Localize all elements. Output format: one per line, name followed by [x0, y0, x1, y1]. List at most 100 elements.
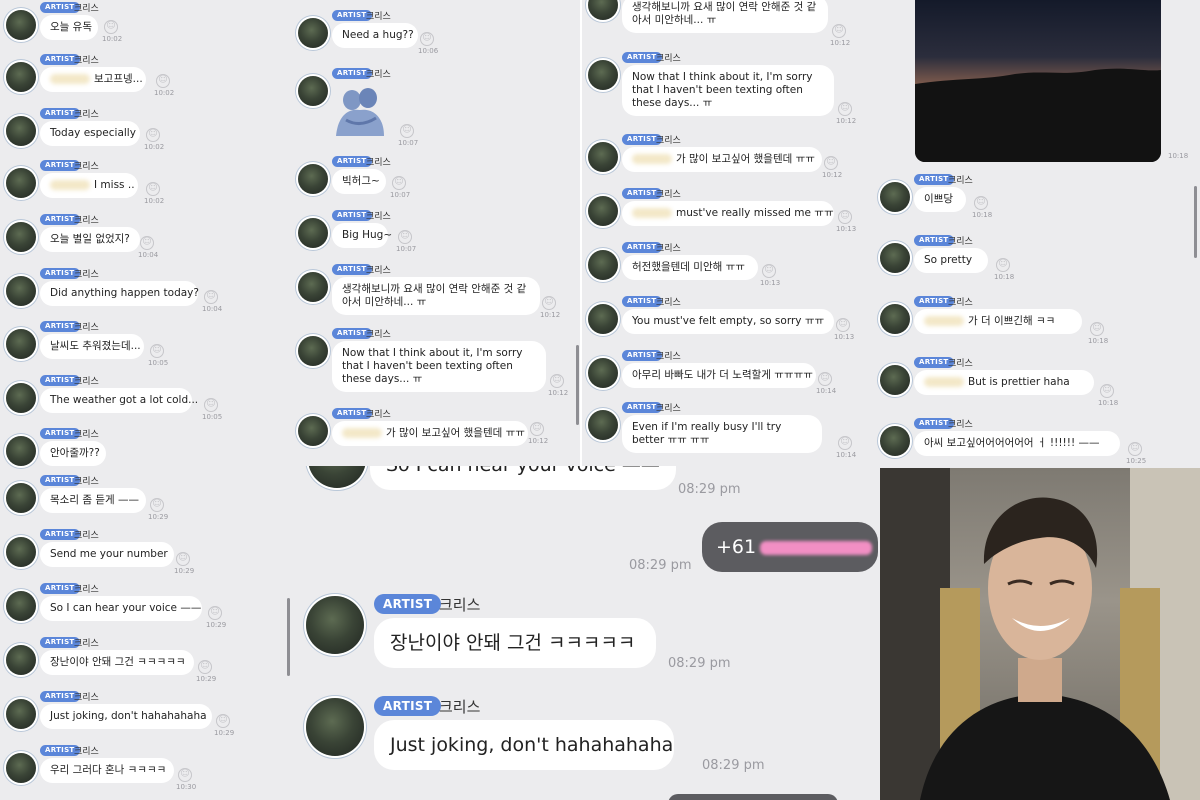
reaction-icon[interactable]: ☺	[216, 714, 230, 728]
reaction-icon[interactable]: ☺	[1090, 322, 1104, 336]
message-bubble: Today especially	[40, 121, 140, 146]
artist-avatar[interactable]	[298, 272, 328, 302]
reaction-icon[interactable]: ☺	[400, 124, 414, 138]
reaction-icon[interactable]: ☺	[542, 296, 556, 310]
artist-avatar[interactable]	[306, 698, 364, 756]
artist-avatar[interactable]	[298, 76, 328, 106]
reaction-icon[interactable]: ☺	[836, 318, 850, 332]
artist-avatar[interactable]	[6, 483, 36, 513]
artist-avatar[interactable]	[880, 304, 910, 334]
artist-avatar[interactable]	[298, 18, 328, 48]
artist-avatar[interactable]	[880, 243, 910, 273]
chat-message: ARTIST 크리스 가 많이 보고싶어 했을텐데 ㅠㅠ ☺ 10:12	[582, 134, 868, 194]
reaction-icon[interactable]: ☺	[150, 344, 164, 358]
chat-message: ARTIST 크리스 오늘 별일 없었지? ☺ 10:04	[0, 214, 292, 274]
chat-panel-3[interactable]: ARTIST크리스생각해보니까 요새 많이 연락 안해준 것 같아서 미안하네.…	[582, 0, 868, 466]
chat-message: ARTIST 크리스 목소리 좀 듣게 —— ☺ 10:29	[0, 475, 292, 535]
reaction-icon[interactable]: ☺	[832, 24, 846, 38]
chat-panel-1[interactable]: ARTIST 크리스 오늘 유독 ☺ 10:02 ARTIST 크리스 보고프넹... ☺ 10:…	[0, 0, 292, 800]
reaction-icon[interactable]: ☺	[150, 498, 164, 512]
artist-avatar[interactable]	[6, 436, 36, 466]
artist-avatar[interactable]	[298, 336, 328, 366]
artist-avatar[interactable]	[880, 182, 910, 212]
artist-avatar[interactable]	[6, 276, 36, 306]
chat-panel-5[interactable]: So I can hear your voice —— 08:29 pm +61…	[287, 466, 880, 800]
message-bubble: Now that I think about it, I'm sorry tha…	[332, 341, 546, 392]
reaction-icon[interactable]: ☺	[146, 128, 160, 142]
artist-avatar[interactable]	[308, 466, 366, 488]
artist-avatar[interactable]	[588, 358, 618, 388]
reaction-icon[interactable]: ☺	[156, 74, 170, 88]
reaction-icon[interactable]: ☺	[838, 436, 852, 450]
reaction-icon[interactable]: ☺	[974, 196, 988, 210]
reaction-icon[interactable]: ☺	[208, 606, 222, 620]
chat-message: ARTIST 크리스 오늘 유독 ☺ 10:02	[0, 2, 292, 62]
reaction-icon[interactable]: ☺	[838, 210, 852, 224]
reaction-icon[interactable]: ☺	[178, 768, 192, 782]
artist-avatar[interactable]	[306, 596, 364, 654]
scrollbar[interactable]	[576, 345, 579, 425]
artist-avatar[interactable]	[6, 645, 36, 675]
message-bubble: must've really missed me ㅠㅠ	[622, 201, 834, 226]
artist-avatar[interactable]	[588, 142, 618, 172]
artist-avatar[interactable]	[6, 10, 36, 40]
reaction-icon[interactable]: ☺	[824, 156, 838, 170]
artist-avatar[interactable]	[298, 164, 328, 194]
reaction-icon[interactable]: ☺	[818, 372, 832, 386]
message-text: Even if I'm really busy I'll try better …	[632, 421, 782, 446]
chat-panel-2[interactable]: ARTIST 크리스 Need a hug?? ☺ 10:06 ARTIST 크리스 ☺ 10:…	[292, 0, 580, 466]
chat-message: ARTIST 크리스 ☺ 10:07	[292, 68, 580, 147]
message-time: 10:13	[760, 279, 781, 287]
sent-message[interactable]: +61 08:29 pm	[292, 522, 880, 582]
artist-avatar[interactable]	[6, 537, 36, 567]
reaction-icon[interactable]: ☺	[176, 552, 190, 566]
artist-avatar[interactable]	[588, 196, 618, 226]
artist-avatar[interactable]	[880, 365, 910, 395]
chat-panel-4[interactable]: 10:18 ARTIST 크리스 이쁘당 ☺ 10:18 ARTIST 크리스 So pret…	[868, 0, 1200, 468]
artist-avatar[interactable]	[6, 168, 36, 198]
artist-avatar[interactable]	[6, 591, 36, 621]
artist-avatar[interactable]	[588, 304, 618, 334]
artist-avatar[interactable]	[6, 62, 36, 92]
reaction-icon[interactable]: ☺	[550, 374, 564, 388]
reaction-icon[interactable]: ☺	[146, 182, 160, 196]
reaction-icon[interactable]: ☺	[996, 258, 1010, 272]
artist-avatar[interactable]	[6, 699, 36, 729]
reaction-icon[interactable]: ☺	[392, 176, 406, 190]
artist-avatar[interactable]	[880, 426, 910, 456]
reaction-icon[interactable]: ☺	[204, 398, 218, 412]
artist-avatar[interactable]	[6, 383, 36, 413]
reaction-icon[interactable]: ☺	[398, 230, 412, 244]
artist-name: 크리스	[366, 266, 391, 276]
photo-message[interactable]: 10:18	[868, 0, 1200, 166]
reaction-icon[interactable]: ☺	[204, 290, 218, 304]
artist-avatar[interactable]	[6, 329, 36, 359]
reaction-icon[interactable]: ☺	[1128, 442, 1142, 456]
artist-avatar[interactable]	[588, 250, 618, 280]
artist-name: 크리스	[74, 639, 99, 649]
reaction-icon[interactable]: ☺	[530, 422, 544, 436]
reaction-icon[interactable]: ☺	[198, 660, 212, 674]
chat-message: ARTIST 크리스 Now that I think about it, I'm …	[292, 328, 580, 397]
message-time: 10:07	[390, 191, 411, 199]
message-text: 가 많이 보고싶어 했을텐데 ㅠㅠ	[676, 153, 815, 165]
message-text: Big Hug~	[342, 229, 393, 241]
artist-avatar[interactable]	[298, 218, 328, 248]
scrollbar[interactable]	[1194, 186, 1197, 258]
sunset-photo[interactable]	[915, 0, 1161, 162]
message-text: You must've felt empty, so sorry ㅠㅠ	[632, 315, 825, 327]
reaction-icon[interactable]: ☺	[140, 236, 154, 250]
reaction-icon[interactable]: ☺	[104, 20, 118, 34]
artist-avatar[interactable]	[6, 753, 36, 783]
artist-avatar[interactable]	[6, 222, 36, 252]
artist-avatar[interactable]	[6, 116, 36, 146]
reaction-icon[interactable]: ☺	[838, 102, 852, 116]
artist-avatar[interactable]	[298, 416, 328, 446]
artist-avatar[interactable]	[588, 0, 618, 20]
artist-avatar[interactable]	[588, 410, 618, 440]
artist-avatar[interactable]	[588, 60, 618, 90]
reaction-icon[interactable]: ☺	[762, 264, 776, 278]
message-time: 08:29 pm	[668, 656, 731, 671]
reaction-icon[interactable]: ☺	[1100, 384, 1114, 398]
reaction-icon[interactable]: ☺	[420, 32, 434, 46]
